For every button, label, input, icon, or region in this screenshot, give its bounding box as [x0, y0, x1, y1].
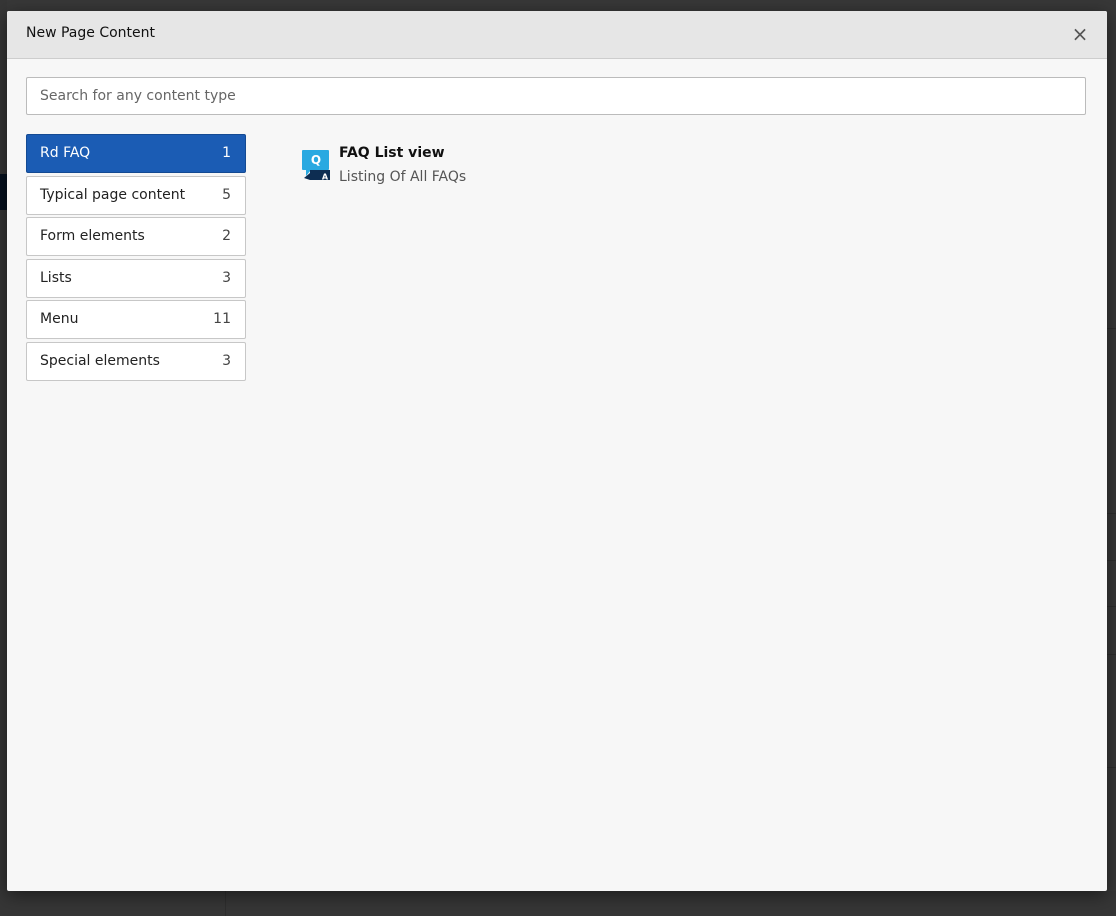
category-label: Rd FAQ: [40, 145, 91, 161]
category-count: 3: [222, 269, 231, 286]
category-item-special-elements[interactable]: Special elements 3: [26, 341, 246, 381]
category-item-form-elements[interactable]: Form elements 2: [26, 217, 246, 257]
faq-icon-q-letter: Q: [311, 153, 321, 167]
close-icon: ×: [1071, 22, 1089, 46]
content-item-faq-list-view[interactable]: Q A FAQ List view Listing Of All FAQs: [301, 144, 701, 194]
category-count: 3: [222, 352, 231, 369]
modal-title: New Page Content: [26, 25, 156, 41]
search-input[interactable]: [26, 77, 1086, 115]
category-label: Lists: [40, 269, 72, 286]
content-item-title: FAQ List view: [339, 145, 445, 161]
faq-icon-a-letter: A: [322, 173, 329, 182]
content-item-description: Listing Of All FAQs: [339, 169, 467, 185]
category-label: Typical page content: [40, 186, 186, 203]
close-button[interactable]: ×: [1069, 22, 1091, 46]
faq-icon: Q A: [302, 150, 330, 182]
category-list: Rd FAQ 1 Typical page content 5 Form ele…: [26, 134, 246, 384]
new-page-content-dialog: New Page Content × Rd FAQ 1 Typical page…: [7, 11, 1107, 891]
category-item-typical-page-content[interactable]: Typical page content 5: [26, 175, 246, 215]
category-item-rd-faq[interactable]: Rd FAQ 1: [26, 134, 246, 173]
category-label: Special elements: [40, 352, 160, 369]
category-item-menu[interactable]: Menu 11: [26, 300, 246, 340]
category-count: 5: [222, 186, 231, 203]
category-count: 11: [213, 311, 231, 328]
category-label: Form elements: [40, 228, 145, 245]
category-item-lists[interactable]: Lists 3: [26, 258, 246, 298]
modal-header: New Page Content ×: [7, 11, 1107, 59]
category-label: Menu: [40, 311, 79, 328]
category-count: 2: [222, 228, 231, 245]
category-count: 1: [222, 145, 231, 161]
